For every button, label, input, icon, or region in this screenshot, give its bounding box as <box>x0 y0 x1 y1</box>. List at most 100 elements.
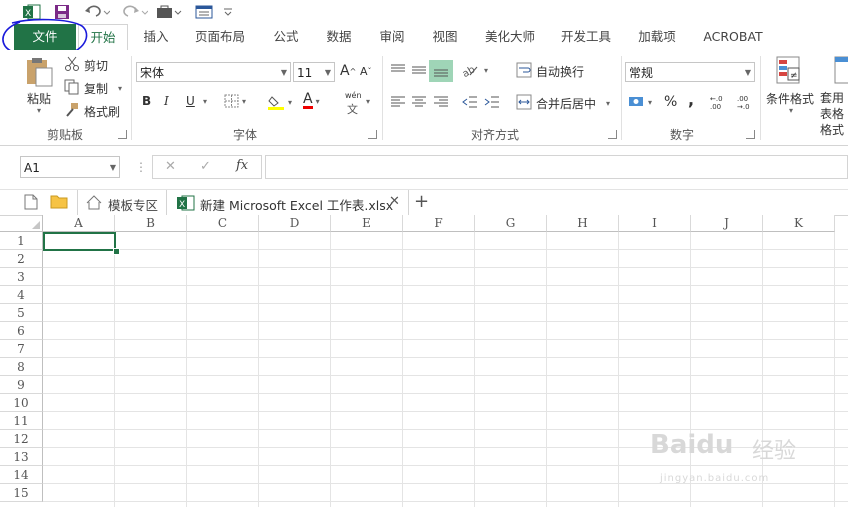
row-header[interactable]: 11 <box>0 412 43 430</box>
column-header[interactable]: G <box>475 215 547 232</box>
tab-formulas[interactable]: 公式 <box>264 24 308 50</box>
italic-button[interactable]: I <box>164 94 169 108</box>
row-header[interactable]: 6 <box>0 322 43 340</box>
tab-page-layout[interactable]: 页面布局 <box>188 24 252 50</box>
comma-button[interactable]: , <box>688 90 694 109</box>
new-tab-button[interactable]: + <box>414 191 429 212</box>
tab-data[interactable]: 数据 <box>317 24 361 50</box>
tab-acrobat[interactable]: ACROBAT <box>696 24 770 50</box>
cut-button[interactable]: 剪切 <box>64 56 108 75</box>
conditional-format-icon[interactable]: ≠ <box>776 56 802 86</box>
phonetic-button[interactable]: wén <box>345 91 362 100</box>
name-box[interactable]: A1 ▼ <box>20 156 120 178</box>
align-middle-button[interactable] <box>411 63 427 77</box>
column-header[interactable]: I <box>619 215 691 232</box>
decrease-decimal-button[interactable]: .00 →.0 <box>737 95 759 111</box>
row-header[interactable]: 1 <box>0 232 43 250</box>
close-icon[interactable]: ✕ <box>389 194 400 209</box>
align-right-button[interactable] <box>433 95 449 109</box>
fill-color-button[interactable]: ▾ <box>268 94 292 110</box>
underline-button[interactable]: U <box>186 94 195 108</box>
tab-workbook[interactable]: X 新建 Microsoft Excel 工作表.xlsx ✕ <box>167 190 409 216</box>
row-header[interactable]: 3 <box>0 268 43 286</box>
conditional-format-dropdown-icon[interactable]: ▾ <box>789 106 793 115</box>
tab-view[interactable]: 视图 <box>423 24 467 50</box>
increase-decimal-button[interactable]: ←.0 .00 <box>710 95 732 111</box>
font-color-button[interactable]: A ▾ <box>303 92 320 109</box>
column-header[interactable]: C <box>187 215 259 232</box>
align-center-button[interactable] <box>411 95 427 109</box>
tab-insert[interactable]: 插入 <box>134 24 178 50</box>
row-header[interactable]: 2 <box>0 250 43 268</box>
border-button[interactable]: ▾ <box>224 94 246 108</box>
active-cell-a1[interactable] <box>43 232 116 251</box>
formula-input[interactable] <box>265 155 848 179</box>
table-format-button[interactable]: 套用表格格式 <box>820 90 848 138</box>
column-header[interactable]: A <box>43 215 115 232</box>
column-header[interactable]: B <box>115 215 187 232</box>
row-header[interactable]: 7 <box>0 340 43 358</box>
paste-dropdown-icon[interactable]: ▾ <box>37 106 41 115</box>
column-header[interactable]: J <box>691 215 763 232</box>
spreadsheet-grid[interactable]: ABCDEFGHIJK 1 2 3 4 5 6 7 8 9 10 11 12 13 14 15 Baidu … <box>0 215 848 507</box>
align-top-button[interactable] <box>390 63 406 77</box>
redo-icon[interactable] <box>120 3 150 21</box>
fill-handle[interactable] <box>113 248 120 255</box>
font-size-select[interactable]: 11 ▼ <box>293 62 335 82</box>
percent-button[interactable]: % <box>664 94 677 110</box>
conditional-format-button[interactable]: 条件格式 <box>766 90 814 107</box>
orientation-button[interactable]: ab ▾ <box>462 63 488 77</box>
column-header[interactable]: D <box>259 215 331 232</box>
insert-function-button[interactable]: fx <box>236 158 248 173</box>
paste-icon[interactable] <box>24 56 56 88</box>
row-header[interactable]: 13 <box>0 448 43 466</box>
number-launcher-icon[interactable] <box>746 130 755 139</box>
copy-dropdown-icon[interactable]: ▾ <box>118 84 122 93</box>
row-header[interactable]: 14 <box>0 466 43 484</box>
tab-addins[interactable]: 加载项 <box>630 24 684 50</box>
select-all-corner[interactable] <box>0 215 43 232</box>
clipboard-launcher-icon[interactable] <box>118 130 127 139</box>
cancel-button[interactable]: ✕ <box>165 159 176 174</box>
customize-arrow-icon[interactable] <box>222 3 234 21</box>
tab-developer[interactable]: 开发工具 <box>554 24 618 50</box>
column-header[interactable]: E <box>331 215 403 232</box>
bold-button[interactable]: B <box>142 94 151 108</box>
row-header[interactable]: 15 <box>0 484 43 502</box>
currency-button[interactable]: ▾ <box>628 94 652 110</box>
grow-font-button[interactable]: A ^ <box>340 63 356 79</box>
tab-beautify-master[interactable]: 美化大师 <box>478 24 542 50</box>
enter-button[interactable]: ✓ <box>200 159 211 174</box>
row-header[interactable]: 5 <box>0 304 43 322</box>
row-header[interactable]: 12 <box>0 430 43 448</box>
decrease-indent-button[interactable] <box>462 95 478 109</box>
new-doc-icon[interactable] <box>24 194 38 213</box>
column-header[interactable]: F <box>403 215 475 232</box>
paste-button[interactable]: 粘贴 <box>27 90 51 107</box>
row-header[interactable]: 4 <box>0 286 43 304</box>
align-left-button[interactable] <box>390 95 406 109</box>
increase-indent-button[interactable] <box>484 95 500 109</box>
copy-button[interactable]: 复制 ▾ <box>64 79 122 98</box>
column-header[interactable]: K <box>763 215 835 232</box>
phonetic-dropdown-icon[interactable]: ▾ <box>366 97 370 106</box>
wrap-text-button[interactable]: 自动换行 <box>516 62 584 81</box>
number-format-select[interactable]: 常规 ▼ <box>625 62 755 82</box>
underline-dropdown-icon[interactable]: ▾ <box>203 97 207 106</box>
row-header[interactable]: 9 <box>0 376 43 394</box>
table-format-icon[interactable] <box>833 56 848 86</box>
row-header[interactable]: 8 <box>0 358 43 376</box>
folder-icon[interactable] <box>50 194 68 212</box>
font-name-select[interactable]: 宋体 ▼ <box>136 62 291 82</box>
font-launcher-icon[interactable] <box>368 130 377 139</box>
column-header[interactable]: H <box>547 215 619 232</box>
row-header[interactable]: 10 <box>0 394 43 412</box>
tab-template-zone[interactable]: 模板专区 <box>77 190 167 215</box>
briefcase-icon[interactable] <box>155 3 183 21</box>
alignment-launcher-icon[interactable] <box>608 130 617 139</box>
align-bottom-button[interactable] <box>429 60 453 82</box>
format-painter-button[interactable]: 格式刷 <box>64 102 120 121</box>
merge-center-button[interactable]: 合并后居中 ▾ <box>516 94 610 113</box>
shrink-font-button[interactable]: Aˇ <box>360 65 372 78</box>
tab-review[interactable]: 审阅 <box>370 24 414 50</box>
